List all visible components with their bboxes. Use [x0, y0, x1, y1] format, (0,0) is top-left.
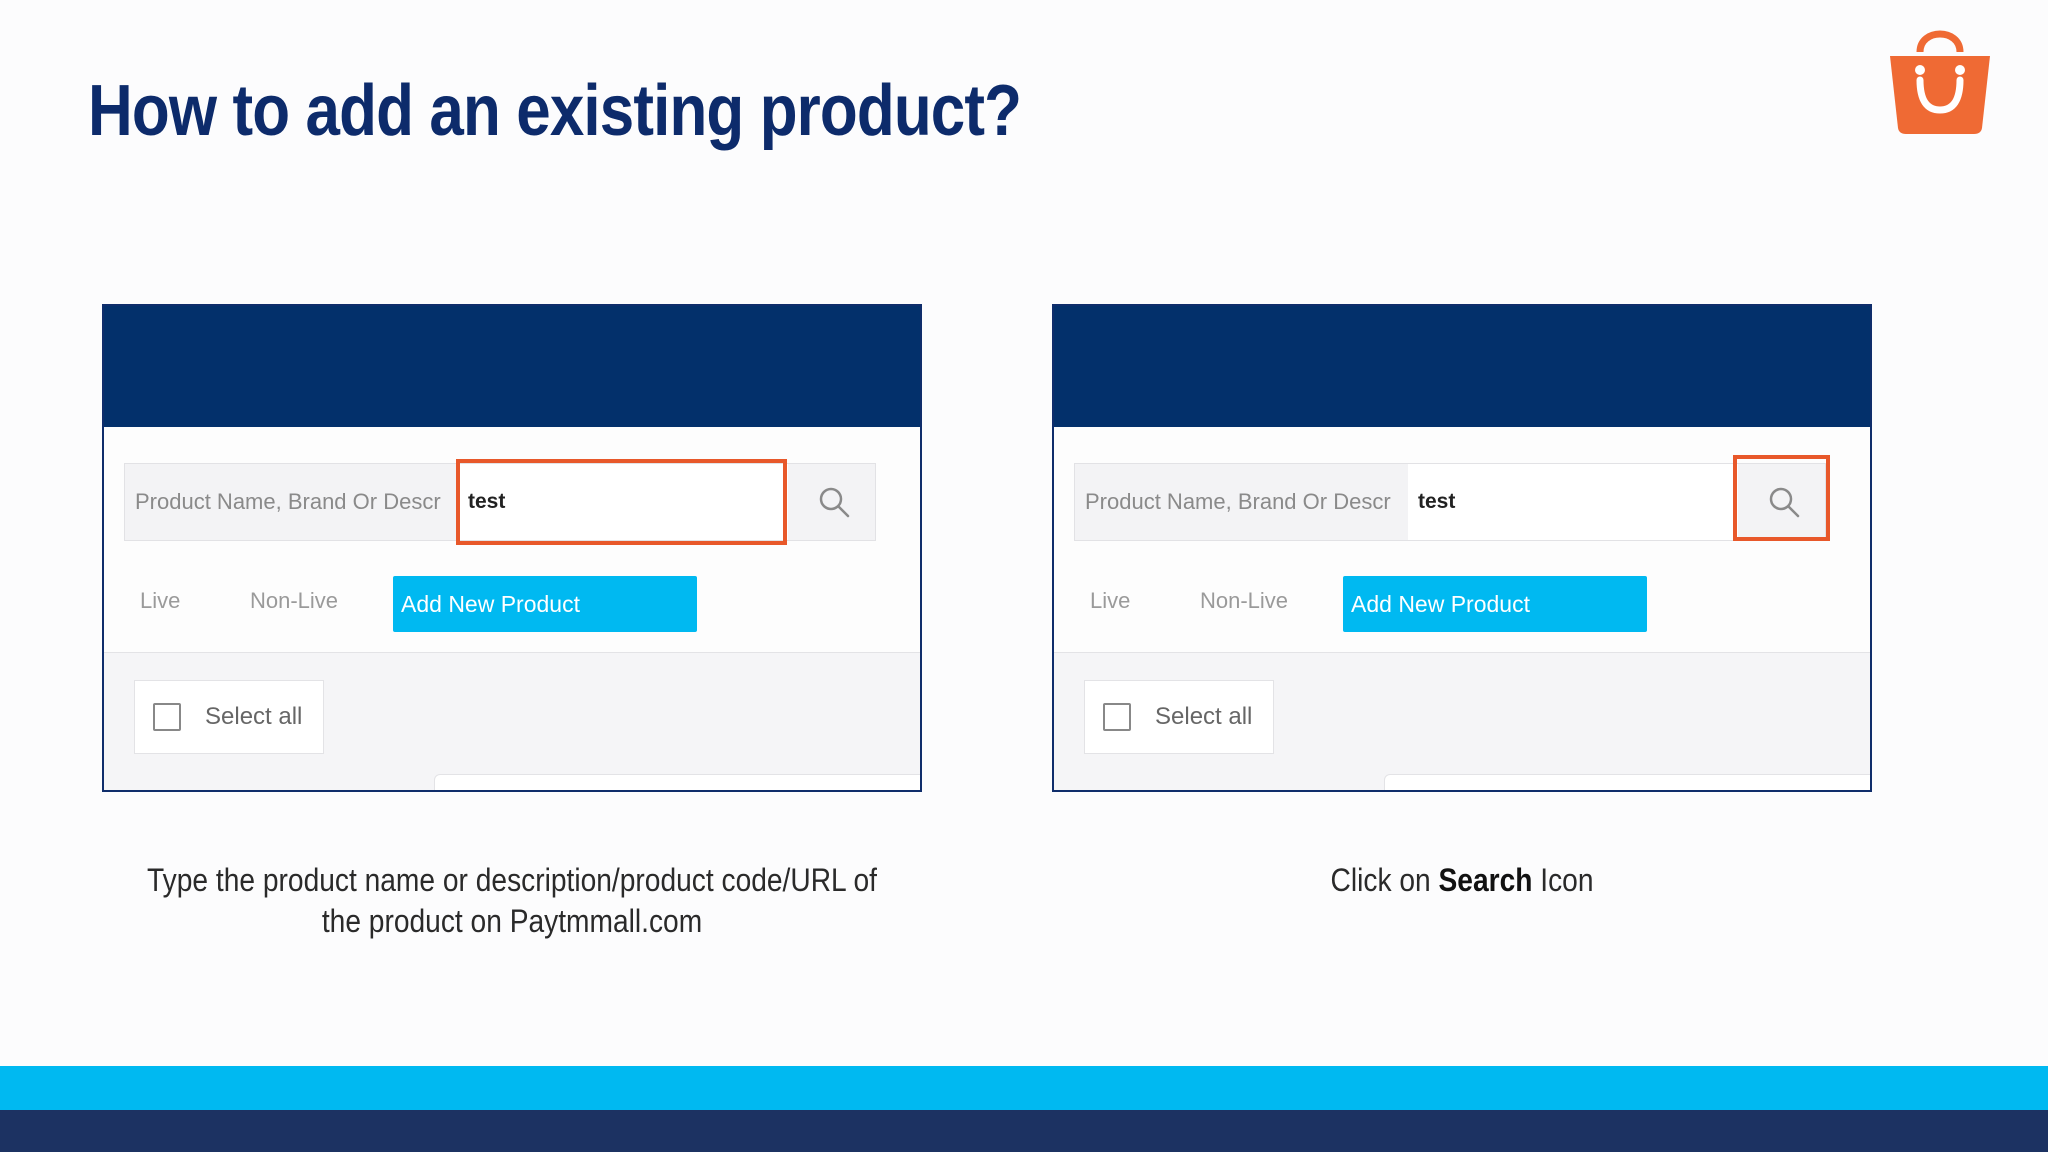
caption-step-1: Type the product name or description/pro… — [147, 862, 877, 939]
search-category-label: Product Name, Brand Or Descr — [1085, 489, 1391, 514]
caption-bold: Search — [1438, 862, 1533, 898]
checkbox-icon — [1103, 703, 1131, 731]
tab-non-live[interactable]: Non-Live — [1200, 588, 1288, 614]
checkbox-icon — [153, 703, 181, 731]
search-button[interactable] — [1743, 464, 1825, 540]
select-all-checkbox[interactable]: Select all — [134, 680, 324, 754]
search-icon — [819, 487, 850, 518]
shopping-bag-icon — [1890, 30, 1990, 134]
add-new-product-button[interactable]: Add New Product — [393, 576, 697, 632]
search-input[interactable] — [1408, 464, 1738, 540]
caption-suffix: Icon — [1532, 862, 1594, 898]
add-new-product-button[interactable]: Add New Product — [1343, 576, 1647, 632]
screenshot-step-2: Product Name, Brand Or Descr Live Non-Li… — [1052, 304, 1872, 792]
search-category-label: Product Name, Brand Or Descr — [135, 489, 441, 514]
search-icon — [1769, 487, 1800, 518]
search-bar: Product Name, Brand Or Descr — [124, 463, 876, 541]
search-input[interactable] — [458, 464, 788, 540]
screenshot-step-1: Product Name, Brand Or Descr Live Non-Li… — [102, 304, 922, 792]
select-all-label: Select all — [1155, 703, 1253, 730]
footer-band-navy — [0, 1110, 2048, 1152]
select-all-checkbox[interactable]: Select all — [1084, 680, 1274, 754]
product-card-edge — [1384, 774, 1870, 790]
caption-step-2: Click on Search Icon — [1084, 860, 1841, 901]
search-bar: Product Name, Brand Or Descr — [1074, 463, 1826, 541]
product-card-edge — [434, 774, 920, 790]
tab-live[interactable]: Live — [140, 588, 180, 614]
select-all-label: Select all — [205, 703, 303, 730]
caption-prefix: Click on — [1330, 862, 1439, 898]
search-button[interactable] — [793, 464, 875, 540]
page-title: How to add an existing product? — [88, 71, 1022, 151]
app-header-bar — [1054, 306, 1870, 427]
app-header-bar — [104, 306, 920, 427]
footer-band-cyan — [0, 1066, 2048, 1110]
tab-non-live[interactable]: Non-Live — [250, 588, 338, 614]
tab-live[interactable]: Live — [1090, 588, 1130, 614]
